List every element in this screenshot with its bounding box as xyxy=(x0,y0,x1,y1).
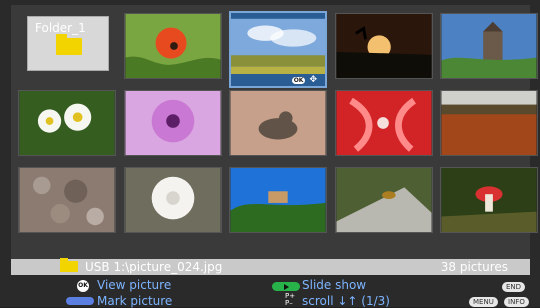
folder-tile[interactable]: Folder_1 xyxy=(27,16,109,71)
status-bar: USB 1:\picture_024.jpg 38 pictures xyxy=(11,258,530,275)
green-play-button-icon xyxy=(272,282,300,291)
thumbnail-field[interactable] xyxy=(440,90,538,156)
red-lily-image xyxy=(336,91,432,155)
thumbnail-stones[interactable] xyxy=(18,167,116,233)
field-image xyxy=(441,91,537,155)
scroll-label[interactable]: scroll ↓↑ (1/3) xyxy=(302,294,390,308)
slide-show-label[interactable]: Slide show xyxy=(302,278,366,292)
thumbnail-landscape-selected[interactable]: OK ✥ xyxy=(229,11,327,88)
thumbnail-daisies[interactable] xyxy=(18,90,116,156)
castle-image xyxy=(441,14,537,78)
sunset-image xyxy=(336,14,432,78)
current-file-path: USB 1:\picture_024.jpg xyxy=(85,260,223,274)
channel-minus-icon: P– xyxy=(285,299,293,307)
ok-icon: OK xyxy=(291,76,306,84)
picture-count: 38 pictures xyxy=(440,260,508,274)
media-browser-screen: Folder_1 OK ✥ USB 1:\picture_024.jpg 38 … xyxy=(0,0,540,308)
view-picture-label[interactable]: View picture xyxy=(97,278,171,292)
move-icon: ✥ xyxy=(309,75,317,85)
mushroom-image xyxy=(441,168,537,232)
folder-icon xyxy=(60,258,78,272)
dandelion-image xyxy=(125,168,221,232)
end-button-icon: END xyxy=(502,282,526,292)
selection-controls: OK ✥ xyxy=(291,75,317,85)
folder-label: Folder_1 xyxy=(35,21,86,35)
thumbnail-red-lily[interactable] xyxy=(335,90,433,156)
poppy-image xyxy=(125,14,221,78)
thumbnail-mushroom[interactable] xyxy=(440,167,538,233)
purple-flower-image xyxy=(125,91,221,155)
village-image xyxy=(230,168,326,232)
bee-image xyxy=(336,168,432,232)
thumbnail-seal[interactable] xyxy=(229,90,327,156)
thumbnail-castle[interactable] xyxy=(440,13,538,79)
mark-picture-label[interactable]: Mark picture xyxy=(97,294,172,308)
stones-image xyxy=(19,168,115,232)
thumbnail-dandelion[interactable] xyxy=(124,167,222,233)
thumbnail-bee[interactable] xyxy=(335,167,433,233)
seal-image xyxy=(230,91,326,155)
ok-button-icon: OK xyxy=(77,280,89,292)
thumbnail-sunset[interactable] xyxy=(335,13,433,79)
daisies-image xyxy=(19,91,115,155)
thumbnail-poppy[interactable] xyxy=(124,13,222,79)
thumbnail-village[interactable] xyxy=(229,167,327,233)
thumbnail-purple-flower[interactable] xyxy=(124,90,222,156)
folder-icon xyxy=(56,34,82,55)
info-button-icon: INFO xyxy=(504,297,529,307)
menu-button-icon: MENU xyxy=(469,297,498,307)
blue-button-icon xyxy=(66,297,94,305)
